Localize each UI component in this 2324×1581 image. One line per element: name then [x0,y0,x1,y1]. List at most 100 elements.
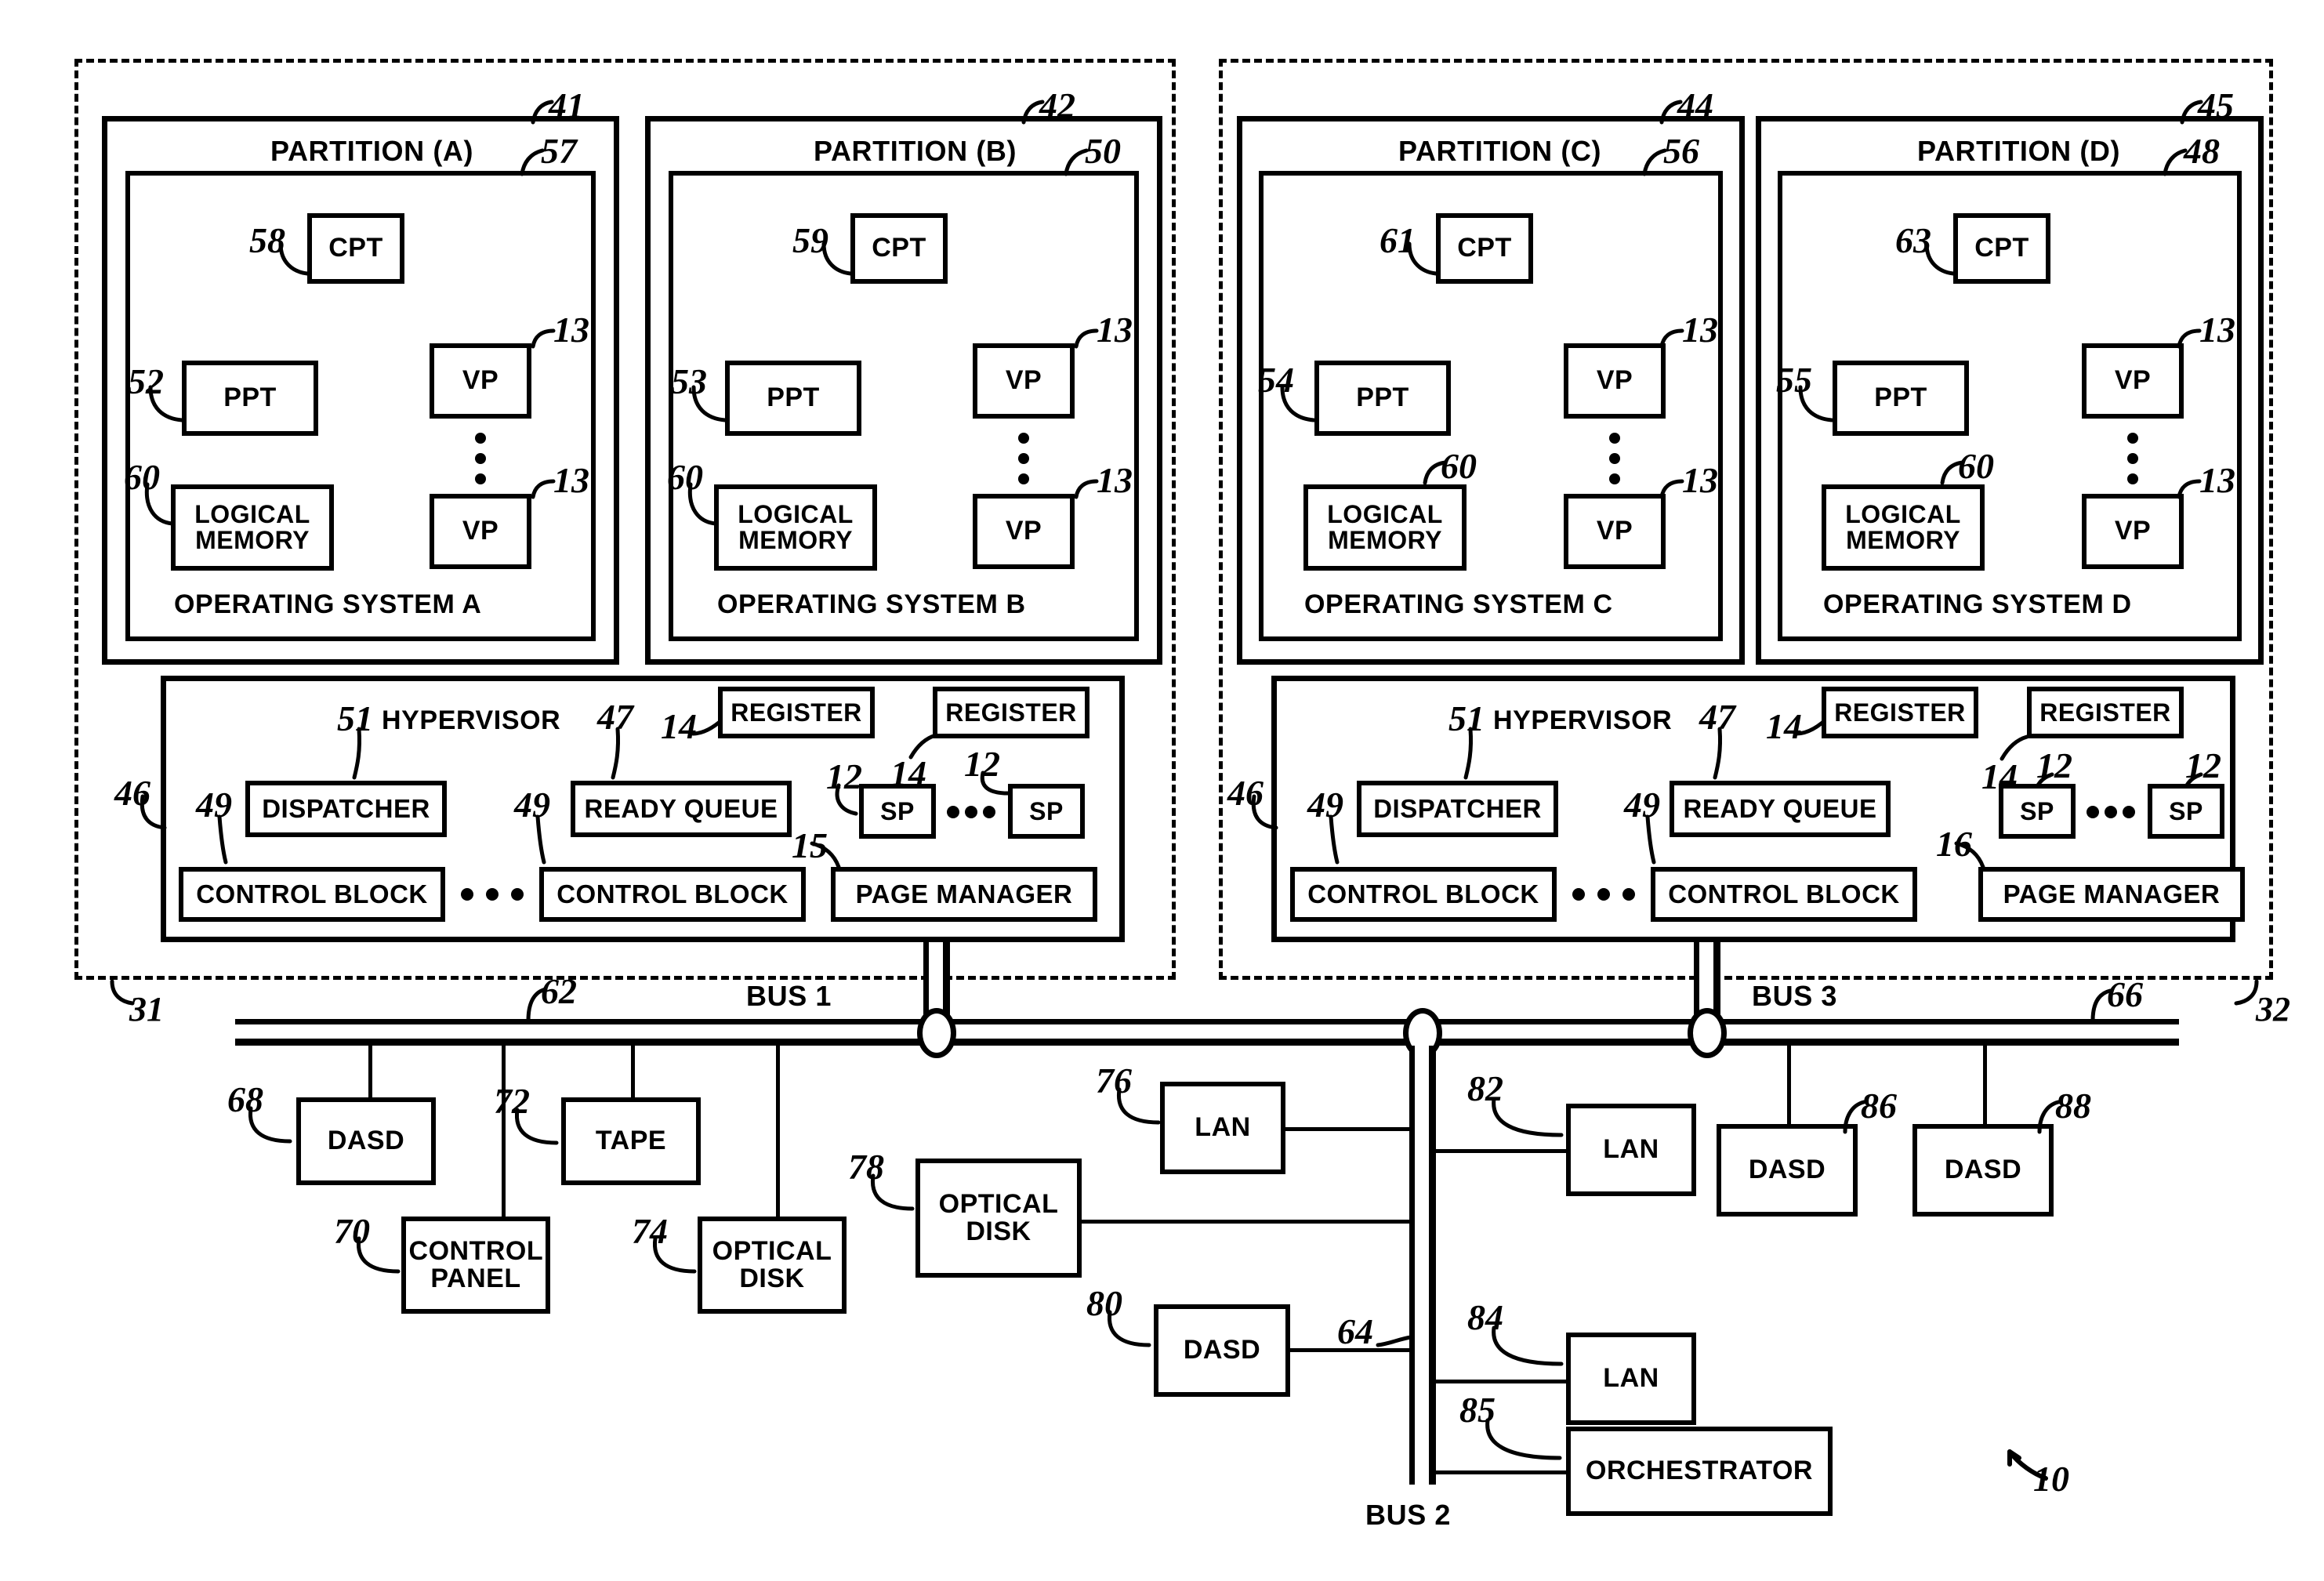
device-control-panel-70: CONTROL PANEL [401,1217,550,1314]
control-block-box-left-2: CONTROL BLOCK [539,867,806,922]
bus-junction-right [1688,1008,1727,1058]
leader-vp-d-2 [2177,479,2202,499]
leader-optical-disk-74 [652,1236,697,1274]
leader-os-d [2163,148,2188,176]
ppt-box-d: PPT [1833,361,1969,436]
sp-ellipsis-left [947,806,995,818]
device-dasd-68: DASD [296,1097,436,1185]
leader-os-b [1064,148,1089,176]
device-optical-disk-78: OPTICAL DISK [915,1159,1082,1278]
os-b-label: OPERATING SYSTEM B [717,589,1026,619]
vp-box-b-1: VP [973,343,1075,419]
ready-queue-box-left: READY QUEUE [571,781,792,837]
leader-memory-a [144,482,175,526]
control-block-box-right-2: CONTROL BLOCK [1651,867,1917,922]
logical-memory-box-b: LOGICAL MEMORY [714,484,877,571]
ppt-box-a: PPT [182,361,318,436]
leader-dasd-80 [1107,1310,1151,1347]
sp-ellipsis-right [2087,806,2135,818]
partition-b-title: PARTITION (B) [814,135,1017,167]
control-block-ellipsis-left [461,888,524,901]
drop-line-control-panel-70 [502,1046,506,1218]
leader-vp-c-2 [1659,479,1684,499]
link-orchestrator-85 [1433,1470,1572,1474]
ref-bus-2: 64 [1337,1311,1373,1351]
leader-os-a [520,148,545,176]
leader-partition-d [2180,100,2203,125]
arrow-system-10 [2007,1449,2048,1481]
leader-node-left [110,979,135,1006]
register-box-right-2: REGISTER [2027,687,2184,738]
leader-cpt-a [278,241,310,276]
register-box-right-1: REGISTER [1822,687,1978,738]
dispatcher-box-right: DISPATCHER [1357,781,1558,837]
drop-line-dasd-68 [368,1046,372,1101]
sp-box-right-1: SP [1999,784,2076,839]
leader-dasd-68 [248,1106,292,1144]
leader-bus-1 [526,987,548,1023]
leader-ready-queue-right [1713,727,1722,780]
register-box-left-2: REGISTER [933,687,1089,738]
leader-control-block-left-2 [535,814,546,865]
partition-a-title: PARTITION (A) [270,135,474,167]
control-block-box-right-1: CONTROL BLOCK [1290,867,1557,922]
drop-line-tape-72 [631,1046,635,1101]
leader-partition-a [531,100,554,125]
cpt-box-c: CPT [1436,213,1533,284]
leader-dasd-88 [2037,1100,2061,1134]
control-block-box-left-1: CONTROL BLOCK [179,867,445,922]
leader-memory-c [1423,460,1448,485]
device-dasd-80: DASD [1154,1304,1290,1397]
ppt-box-c: PPT [1314,361,1451,436]
logical-memory-box-d: LOGICAL MEMORY [1822,484,1985,571]
page-manager-box-right: PAGE MANAGER [1978,867,2245,922]
leader-cpt-c [1407,241,1438,276]
vp-ellipsis-d [2127,433,2138,484]
partition-c-title: PARTITION (C) [1398,135,1602,167]
leader-ppt-b [691,385,727,422]
leader-os-c [1642,148,1667,176]
partition-d-title: PARTITION (D) [1917,135,2121,167]
leader-lan-76 [1116,1087,1161,1125]
link-optical-disk-78 [1075,1220,1414,1224]
vp-ellipsis-b [1018,433,1029,484]
vp-ellipsis-c [1609,433,1620,484]
leader-ppt-c [1280,385,1316,422]
bus-1-label: BUS 1 [746,980,832,1012]
os-a-label: OPERATING SYSTEM A [174,589,482,619]
ready-queue-box-right: READY QUEUE [1670,781,1891,837]
page-manager-box-left: PAGE MANAGER [831,867,1097,922]
cpt-box-d: CPT [1953,213,2050,284]
leader-lan-82 [1492,1097,1564,1137]
sp-box-left-2: SP [1008,784,1085,839]
leader-bus-3 [2090,988,2112,1023]
sp-box-left-1: SP [859,784,936,839]
device-tape-72: TAPE [561,1097,701,1185]
leader-vp-d-1 [2177,328,2202,349]
leader-control-block-right-2 [1645,814,1656,865]
sp-box-right-2: SP [2148,784,2224,839]
control-block-ellipsis-right [1572,888,1635,901]
leader-control-block-left-1 [217,814,228,865]
leader-cpt-d [1924,241,1956,276]
device-lan-82: LAN [1566,1104,1696,1196]
drop-line-dasd-88 [1983,1046,1987,1127]
patent-figure-canvas: 31 32 PARTITION (A) 41 57 CPT 58 PPT 52 … [0,0,2324,1581]
os-d-label: OPERATING SYSTEM D [1823,589,2132,619]
bus-2-rail [1409,1046,1436,1485]
drop-line-optical-disk-74 [776,1046,780,1218]
ppt-box-b: PPT [725,361,861,436]
leader-orchestrator-85 [1485,1418,1562,1460]
link-lan-84 [1433,1380,1572,1383]
leader-vp-b-2 [1074,479,1099,499]
leader-vp-c-1 [1659,328,1684,349]
vp-box-b-2: VP [973,494,1075,569]
cpt-box-b: CPT [850,213,948,284]
leader-partition-c [1659,100,1683,125]
leader-node-right [2234,979,2259,1006]
leader-memory-d [1940,460,1965,485]
hypervisor-right-title: HYPERVISOR [1493,705,1673,735]
vp-box-a-2: VP [430,494,531,569]
leader-control-panel-70 [356,1236,401,1274]
vp-box-a-1: VP [430,343,531,419]
